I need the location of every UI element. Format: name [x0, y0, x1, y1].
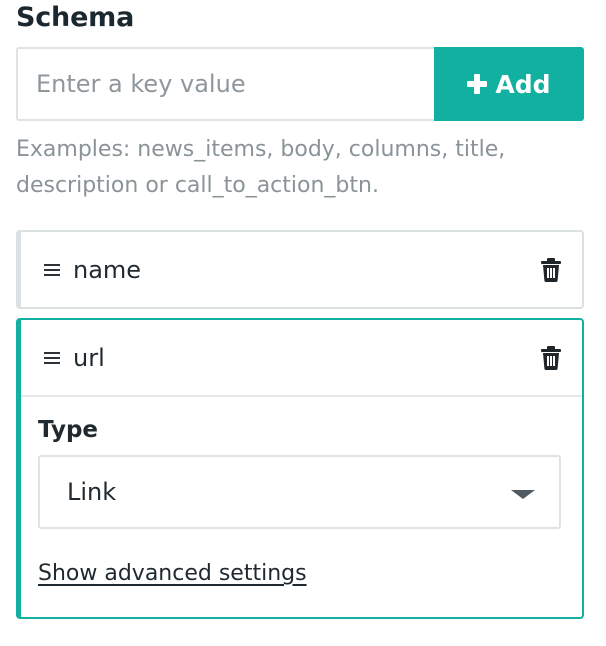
drag-handle-icon[interactable]: [44, 351, 60, 364]
examples-hint: Examples: news_items, body, columns, tit…: [16, 137, 506, 198]
field-label: name: [73, 255, 142, 284]
schema-title: Schema: [16, 2, 135, 33]
drag-handle-icon[interactable]: [44, 263, 60, 276]
add-button-label: Add: [495, 69, 551, 99]
field-label: url: [73, 343, 105, 372]
show-advanced-settings-link[interactable]: Show advanced settings: [38, 561, 307, 586]
field-header[interactable]: name: [21, 232, 582, 307]
trash-icon[interactable]: [540, 345, 562, 370]
type-select[interactable]: Link: [38, 455, 561, 529]
key-value-input[interactable]: [16, 47, 434, 121]
field-settings: Type Link Show advanced settings: [21, 397, 582, 586]
type-label: Type: [38, 417, 99, 443]
plus-icon: [467, 74, 488, 94]
add-key-row: Add: [16, 47, 584, 121]
type-select-value: Link: [67, 478, 117, 506]
add-button[interactable]: Add: [434, 47, 584, 121]
schema-field-url[interactable]: url Type Link Show advanced settings: [16, 318, 584, 619]
field-header[interactable]: url: [21, 320, 582, 397]
schema-panel: Schema Add Examples: news_items, body, c…: [0, 0, 606, 646]
trash-icon[interactable]: [540, 257, 562, 282]
caret-down-icon: [511, 489, 535, 499]
schema-field-name[interactable]: name: [16, 230, 584, 309]
